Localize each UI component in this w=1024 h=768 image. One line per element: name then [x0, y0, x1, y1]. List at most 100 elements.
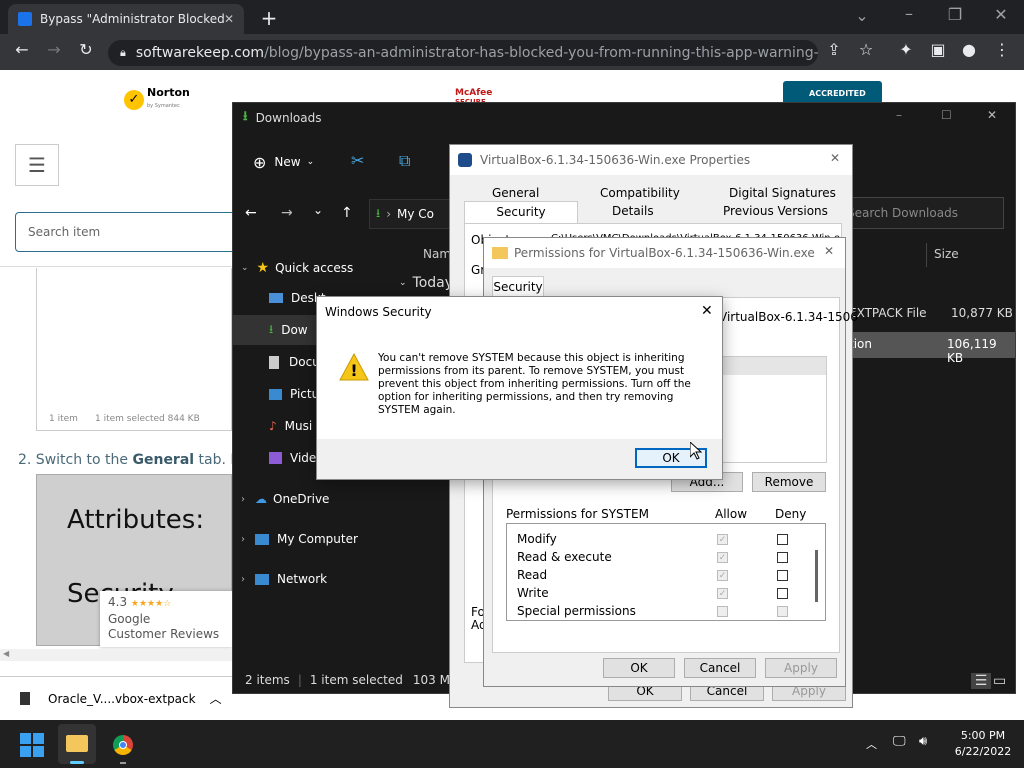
- back-icon[interactable]: ←: [10, 40, 34, 59]
- explorer-title: Downloads: [255, 111, 322, 125]
- allow-checkbox[interactable]: [717, 534, 728, 545]
- explorer-close-icon[interactable]: ✕: [987, 108, 997, 122]
- share-icon[interactable]: ⇪: [822, 40, 846, 59]
- tab-compatibility[interactable]: Compatibility: [600, 186, 680, 200]
- close-window-icon[interactable]: ✕: [989, 5, 1013, 24]
- folder-icon: [492, 247, 508, 259]
- download-arrow-icon: ⭳: [269, 321, 274, 336]
- up-icon[interactable]: ↑: [341, 205, 353, 221]
- security-close-icon[interactable]: ✕: [701, 303, 713, 319]
- permissions-ok-button[interactable]: OK: [603, 658, 675, 678]
- tray-chevron-icon[interactable]: ︿: [866, 736, 877, 752]
- allow-checkbox[interactable]: [717, 570, 728, 581]
- minimize-icon[interactable]: –: [897, 4, 921, 23]
- group-user-list[interactable]: [719, 356, 827, 463]
- nav-network[interactable]: › Network: [233, 564, 393, 594]
- file-row[interactable]: EXTPACK File 10,877 KB: [843, 301, 1015, 327]
- permissions-header: Permissions for SYSTEM: [506, 507, 649, 521]
- norton-logo: ✓ Norton by Symantec: [124, 87, 190, 111]
- browser-tab[interactable]: Bypass "Administrator Blocked Yo ✕: [8, 4, 244, 34]
- nav-my-computer[interactable]: › My Computer: [233, 524, 393, 554]
- allow-checkbox[interactable]: [717, 606, 728, 617]
- deny-checkbox[interactable]: [777, 570, 788, 581]
- group-today[interactable]: ⌄ Today: [399, 275, 453, 291]
- google-label: Google: [108, 612, 151, 626]
- network-tray-icon[interactable]: 🖵︎: [893, 734, 906, 749]
- article-screenshot: 1 item 1 item selected 844 KB: [36, 268, 232, 431]
- recent-chevron-icon[interactable]: ⌄: [313, 203, 323, 217]
- copy-icon[interactable]: ⧉: [399, 151, 410, 171]
- forward-icon[interactable]: →: [42, 40, 66, 59]
- rating-stars: ★★★★☆: [130, 599, 172, 609]
- nav-onedrive[interactable]: › ☁ OneDrive: [233, 484, 393, 514]
- bookmark-star-icon[interactable]: ☆: [854, 40, 878, 59]
- restore-icon[interactable]: ❐: [943, 5, 967, 24]
- cloud-icon: ☁: [255, 492, 267, 506]
- tab-search-icon[interactable]: ⌄: [850, 6, 874, 25]
- tiles-view-icon[interactable]: ▭: [993, 673, 1006, 689]
- tab-security[interactable]: Security: [464, 201, 578, 223]
- allow-checkbox[interactable]: [717, 588, 728, 599]
- details-view-icon[interactable]: ☰: [971, 673, 991, 689]
- tab-details[interactable]: Details: [612, 204, 654, 218]
- hamburger-menu-button[interactable]: ☰: [15, 144, 59, 186]
- forward-icon[interactable]: →: [281, 205, 293, 221]
- column-size[interactable]: Size: [934, 247, 959, 261]
- permission-row: Read: [507, 567, 807, 585]
- deny-checkbox[interactable]: [777, 552, 788, 563]
- remove-button[interactable]: Remove: [752, 472, 826, 492]
- nav-quick-access[interactable]: ⌄ ★ Quick access: [233, 253, 393, 283]
- permissions-list: Modify Read & execute Read Write Special: [506, 523, 826, 621]
- explorer-minimize-icon[interactable]: –: [896, 108, 902, 122]
- screenshot-status-selected: 1 item selected 844 KB: [95, 414, 200, 424]
- start-button[interactable]: [20, 733, 44, 757]
- permissions-titlebar: Permissions for VirtualBox-6.1.34-150636…: [484, 238, 845, 268]
- google-reviews-badge[interactable]: 4.3 ★★★★☆ Google Customer Reviews: [100, 591, 232, 647]
- permissions-close-icon[interactable]: ✕: [824, 244, 834, 258]
- search-downloads-input[interactable]: Search Downloads: [838, 197, 1004, 229]
- deny-checkbox[interactable]: [777, 588, 788, 599]
- file-row-selected[interactable]: tion 106,119 KB: [843, 332, 1015, 365]
- allow-checkbox[interactable]: [717, 552, 728, 563]
- reload-icon[interactable]: ↻: [74, 40, 98, 59]
- permissions-cancel-button[interactable]: Cancel: [684, 658, 756, 678]
- permissions-scrollbar[interactable]: [815, 550, 818, 602]
- cut-icon[interactable]: ✂: [351, 151, 364, 170]
- security-titlebar: Windows Security ✕: [317, 297, 722, 327]
- horizontal-scrollbar[interactable]: ◀: [0, 649, 232, 661]
- deny-checkbox[interactable]: [777, 534, 788, 545]
- properties-close-icon[interactable]: ✕: [830, 151, 840, 165]
- plus-circle-icon: ⊕: [253, 152, 267, 172]
- search-input[interactable]: Search item: [15, 212, 245, 252]
- volume-icon[interactable]: 🔊︎: [919, 734, 927, 749]
- address-breadcrumb[interactable]: ⭳ › My Co: [369, 199, 459, 229]
- column-divider: [926, 243, 927, 267]
- side-panel-icon[interactable]: ▣: [926, 40, 950, 59]
- profile-icon[interactable]: ●: [957, 40, 981, 59]
- clock[interactable]: 5:00 PM 6/22/2022: [948, 728, 1018, 760]
- menu-kebab-icon[interactable]: ⋮: [990, 40, 1014, 59]
- taskbar-file-explorer-button[interactable]: [58, 724, 96, 764]
- selected-list-item[interactable]: [720, 357, 826, 375]
- explorer-maximize-icon[interactable]: ☐: [941, 108, 952, 122]
- taskbar-chrome-button[interactable]: [104, 724, 142, 764]
- extensions-icon[interactable]: ✦: [894, 40, 918, 59]
- chevron-up-icon[interactable]: ︿: [210, 690, 222, 707]
- address-bar[interactable]: 🔒︎ softwarekeep.com/blog/bypass-an-admin…: [108, 40, 818, 66]
- clock-time: 5:00 PM: [960, 729, 1006, 742]
- tab-digital-signatures[interactable]: Digital Signatures: [729, 186, 836, 200]
- permissions-apply-button[interactable]: Apply: [765, 658, 837, 678]
- chrome-download-item[interactable]: Oracle_V....vbox-extpack ︿: [0, 676, 232, 720]
- tab-security[interactable]: Security: [492, 276, 544, 298]
- permission-row: Write: [507, 585, 807, 603]
- deny-checkbox[interactable]: [777, 606, 788, 617]
- properties-titlebar: VirtualBox-6.1.34-150636-Win.exe Propert…: [450, 145, 852, 175]
- back-icon[interactable]: ←: [245, 205, 257, 221]
- tab-previous-versions[interactable]: Previous Versions: [723, 204, 828, 218]
- new-button[interactable]: ⊕ New ⌄: [253, 151, 314, 173]
- new-tab-icon[interactable]: +: [257, 6, 281, 30]
- tab-general[interactable]: General: [492, 186, 539, 200]
- videos-icon: [269, 452, 282, 464]
- music-icon: ♪: [269, 419, 277, 433]
- tab-close-icon[interactable]: ✕: [224, 12, 234, 26]
